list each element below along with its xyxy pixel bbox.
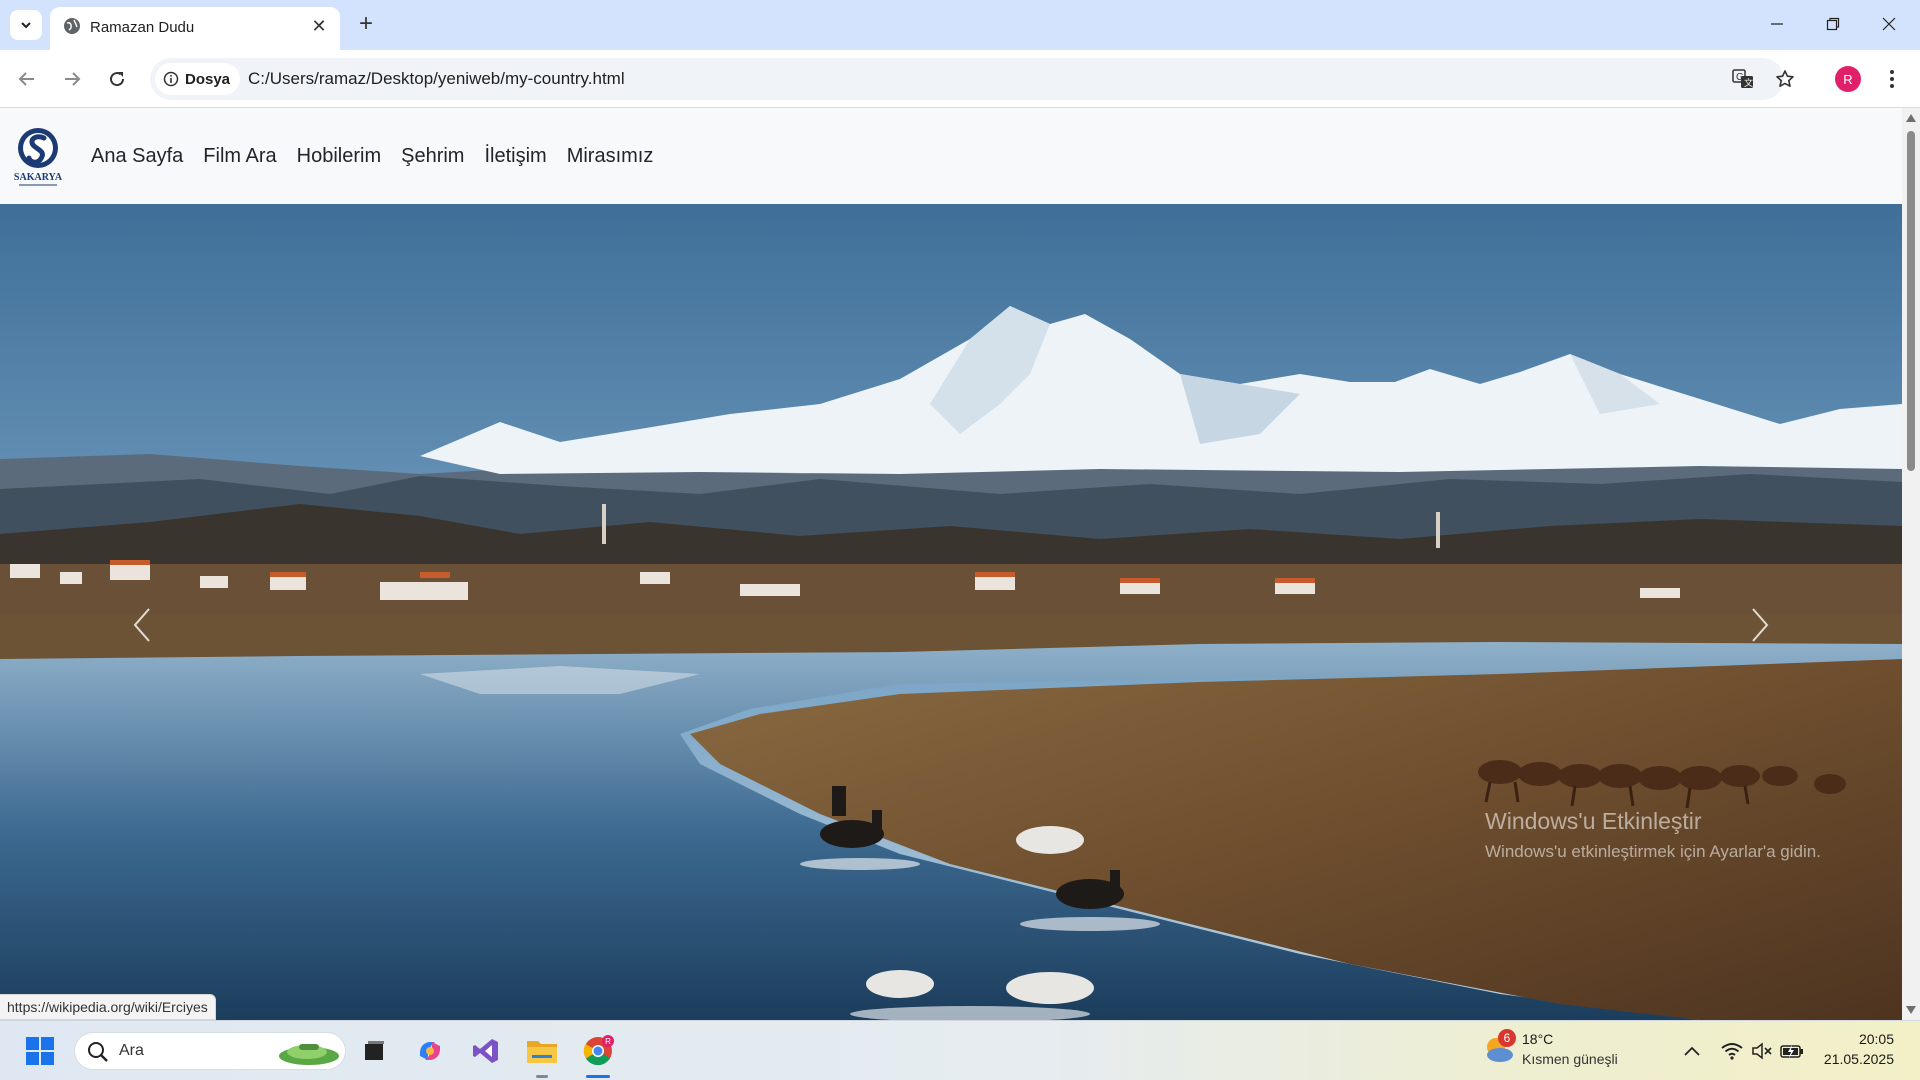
browser-menu-button[interactable] xyxy=(1882,64,1902,94)
page-scrollbar[interactable] xyxy=(1902,108,1920,1020)
arrow-left-icon xyxy=(18,72,34,86)
svg-text:R: R xyxy=(605,1037,611,1046)
site-nav-links: Ana Sayfa Film Ara Hobilerim Şehrim İlet… xyxy=(91,145,673,168)
new-tab-button[interactable]: + xyxy=(352,10,380,38)
task-view-icon xyxy=(365,1041,384,1060)
file-explorer-button[interactable] xyxy=(522,1031,562,1071)
copilot-icon xyxy=(419,1042,441,1060)
close-icon xyxy=(1882,17,1896,31)
hero-carousel[interactable] xyxy=(0,204,1902,1020)
windows-logo-icon xyxy=(26,1037,54,1065)
url-text[interactable]: C:/Users/ramaz/Desktop/yeniweb/my-countr… xyxy=(248,69,625,89)
search-icon xyxy=(88,1042,108,1062)
folder-icon xyxy=(527,1041,557,1063)
reload-button[interactable] xyxy=(101,63,133,95)
tab-close-button[interactable]: ✕ xyxy=(308,15,330,37)
chrome-icon: R xyxy=(583,1035,614,1066)
nav-link-hobbies[interactable]: Hobilerim xyxy=(297,145,381,168)
more-vert-icon xyxy=(1890,70,1894,88)
info-icon xyxy=(163,71,179,87)
restore-button[interactable] xyxy=(1810,6,1856,42)
battery-button[interactable] xyxy=(1774,1031,1810,1071)
scroll-up-icon[interactable] xyxy=(1906,114,1916,122)
nav-link-heritage[interactable]: Mirasımız xyxy=(567,145,654,168)
globe-icon xyxy=(64,18,80,34)
windows-taskbar: Ara R 6 18°C Kısmen güneşli 20:05 21.05.… xyxy=(0,1020,1920,1080)
forward-button[interactable] xyxy=(56,63,88,95)
minimize-icon xyxy=(1771,23,1783,25)
windows-activation-subtitle: Windows'u etkinleştirmek için Ayarlar'a … xyxy=(1485,842,1821,861)
chevron-up-icon xyxy=(1684,1046,1700,1056)
back-button[interactable] xyxy=(11,63,43,95)
plus-icon: + xyxy=(358,10,373,37)
weather-temperature[interactable]: 18°C xyxy=(1522,1031,1553,1047)
svg-text:SAKARYA: SAKARYA xyxy=(14,172,62,183)
chevron-right-icon xyxy=(1752,608,1769,642)
volume-muted-icon xyxy=(1752,1042,1772,1060)
security-label: Dosya xyxy=(185,70,231,88)
carousel-prev-button[interactable] xyxy=(122,602,162,648)
scroll-down-icon[interactable] xyxy=(1906,1006,1916,1014)
university-logo-icon: SAKARYA xyxy=(14,128,63,186)
nav-link-contact[interactable]: İletişim xyxy=(484,145,546,168)
close-icon: ✕ xyxy=(311,15,327,36)
sakarya-logo[interactable]: SAKARYA xyxy=(14,124,63,190)
weather-badge: 6 xyxy=(1498,1029,1516,1047)
battery-charging-icon xyxy=(1780,1045,1803,1058)
clock-date[interactable]: 21.05.2025 xyxy=(1824,1051,1894,1067)
search-highlight-icon xyxy=(279,1044,339,1065)
scrollbar-thumb[interactable] xyxy=(1907,131,1915,471)
weather-description[interactable]: Kısmen güneşli xyxy=(1522,1051,1618,1067)
tab-title: Ramazan Dudu xyxy=(90,19,195,36)
profile-avatar[interactable]: R xyxy=(1835,66,1861,92)
erciyes-landscape-image xyxy=(0,204,1902,1020)
copilot-button[interactable] xyxy=(410,1031,450,1071)
task-view-button[interactable] xyxy=(354,1031,394,1071)
star-icon xyxy=(1776,70,1794,87)
minimize-button[interactable] xyxy=(1754,6,1800,42)
tab-search-button[interactable] xyxy=(10,10,42,40)
show-hidden-icons-button[interactable] xyxy=(1672,1031,1712,1071)
nav-link-film-search[interactable]: Film Ara xyxy=(203,145,276,168)
site-navbar: SAKARYA Ana Sayfa Film Ara Hobilerim Şeh… xyxy=(0,108,1902,204)
bookmark-button[interactable] xyxy=(1772,66,1798,92)
restore-icon xyxy=(1826,17,1840,31)
nav-link-my-city[interactable]: Şehrim xyxy=(401,145,464,168)
translate-button[interactable]: G文 xyxy=(1730,66,1756,92)
taskbar-search[interactable]: Ara xyxy=(74,1032,346,1070)
web-page: SAKARYA Ana Sayfa Film Ara Hobilerim Şeh… xyxy=(0,108,1902,1020)
chevron-left-icon xyxy=(133,608,150,642)
windows-activation-title: Windows'u Etkinleştir xyxy=(1485,808,1702,834)
site-info-chip[interactable]: Dosya xyxy=(155,63,241,95)
chrome-active-indicator xyxy=(586,1075,610,1078)
chevron-down-icon xyxy=(21,22,31,29)
carousel-next-button[interactable] xyxy=(1740,602,1780,648)
visual-studio-icon xyxy=(473,1039,498,1063)
browser-toolbar: Dosya C:/Users/ramaz/Desktop/yeniweb/my-… xyxy=(0,50,1920,108)
weather-widget[interactable]: 6 xyxy=(1480,1029,1520,1069)
browser-tab[interactable]: Ramazan Dudu ✕ xyxy=(50,7,340,50)
close-window-button[interactable] xyxy=(1866,6,1912,42)
translate-icon: G文 xyxy=(1732,69,1753,88)
clock-time[interactable]: 20:05 xyxy=(1859,1031,1894,1047)
visual-studio-button[interactable] xyxy=(466,1031,506,1071)
chrome-button[interactable]: R xyxy=(578,1031,618,1071)
svg-text:文: 文 xyxy=(1744,77,1753,88)
start-button[interactable] xyxy=(20,1031,60,1071)
arrow-right-icon xyxy=(65,72,81,86)
wifi-icon xyxy=(1721,1043,1743,1060)
address-bar[interactable]: Dosya C:/Users/ramaz/Desktop/yeniweb/my-… xyxy=(150,58,1794,100)
explorer-running-indicator xyxy=(536,1075,548,1078)
nav-link-home[interactable]: Ana Sayfa xyxy=(91,145,183,168)
link-status-bubble: https://wikipedia.org/wiki/Erciyes xyxy=(0,994,216,1020)
reload-icon xyxy=(110,72,125,87)
browser-tabstrip: Ramazan Dudu ✕ + xyxy=(0,0,1920,50)
search-placeholder: Ara xyxy=(119,1042,144,1059)
